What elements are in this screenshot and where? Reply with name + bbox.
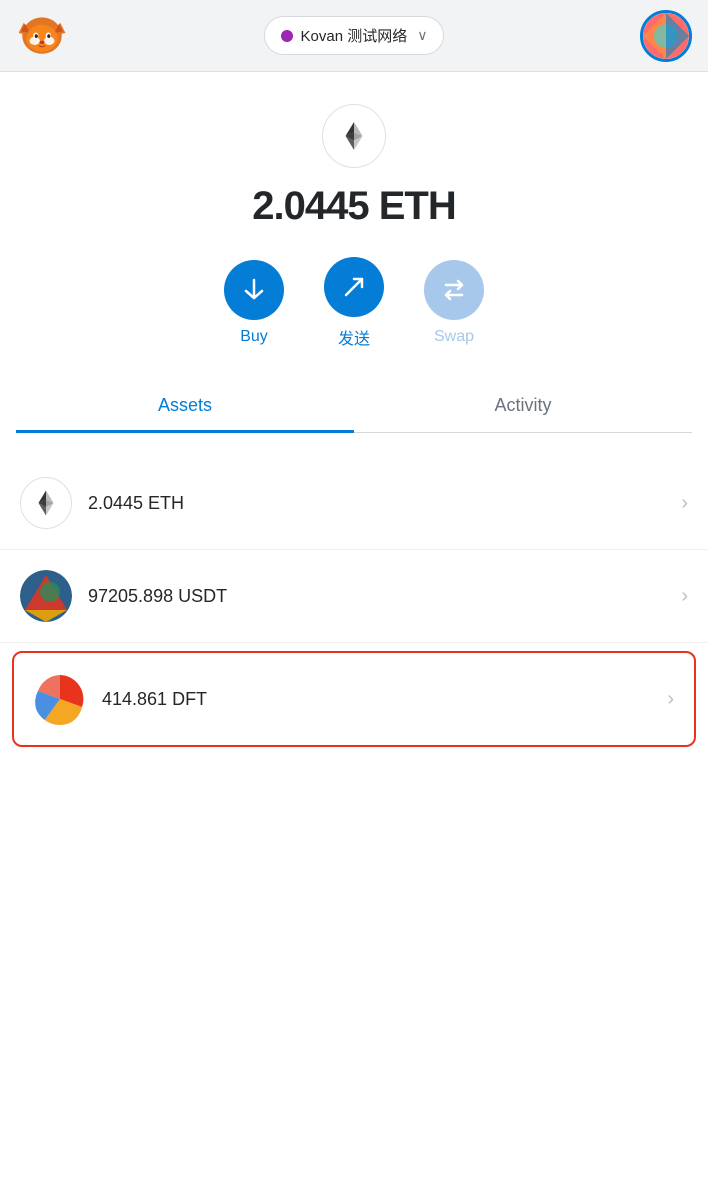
tab-assets[interactable]: Assets [16, 381, 354, 433]
chevron-down-icon: ∨ [417, 27, 427, 44]
network-status-dot [281, 30, 293, 42]
main-content: 2.0445 ETH Buy 发送 [0, 72, 708, 1192]
asset-list: 2.0445 ETH › 97205.898 USDT › [0, 457, 708, 747]
action-buttons: Buy 发送 Swap [224, 257, 484, 349]
network-selector[interactable]: Kovan 测试网络 ∨ [264, 16, 445, 55]
asset-item-eth[interactable]: 2.0445 ETH › [0, 457, 708, 550]
tabs: Assets Activity [16, 381, 692, 433]
account-avatar[interactable] [640, 10, 692, 62]
eth-balance: 2.0445 ETH [88, 493, 681, 514]
asset-item-dft[interactable]: 414.861 DFT › [12, 651, 696, 747]
swap-label: Swap [434, 328, 474, 346]
header: Kovan 测试网络 ∨ [0, 0, 708, 72]
asset-item-usdt[interactable]: 97205.898 USDT › [0, 550, 708, 643]
send-button[interactable]: 发送 [324, 257, 384, 349]
usdt-balance: 97205.898 USDT [88, 586, 681, 607]
dft-balance: 414.861 DFT [102, 689, 667, 710]
dft-chevron-icon: › [667, 688, 674, 711]
eth-token-icon [20, 477, 72, 529]
swap-button[interactable]: Swap [424, 260, 484, 346]
eth-chevron-icon: › [681, 492, 688, 515]
buy-icon-circle [224, 260, 284, 320]
usdt-chevron-icon: › [681, 585, 688, 608]
wallet-section: 2.0445 ETH Buy 发送 [0, 72, 708, 457]
swap-icon-circle [424, 260, 484, 320]
send-icon-circle [324, 257, 384, 317]
buy-button[interactable]: Buy [224, 260, 284, 346]
eth-logo-circle [322, 104, 386, 168]
send-label: 发送 [338, 325, 370, 349]
network-name: Kovan 测试网络 [301, 25, 408, 46]
usdt-token-icon [20, 570, 72, 622]
buy-label: Buy [240, 328, 268, 346]
dft-token-icon [34, 673, 86, 725]
wallet-balance: 2.0445 ETH [252, 184, 455, 229]
tab-activity[interactable]: Activity [354, 381, 692, 433]
metamask-logo[interactable] [16, 7, 68, 64]
